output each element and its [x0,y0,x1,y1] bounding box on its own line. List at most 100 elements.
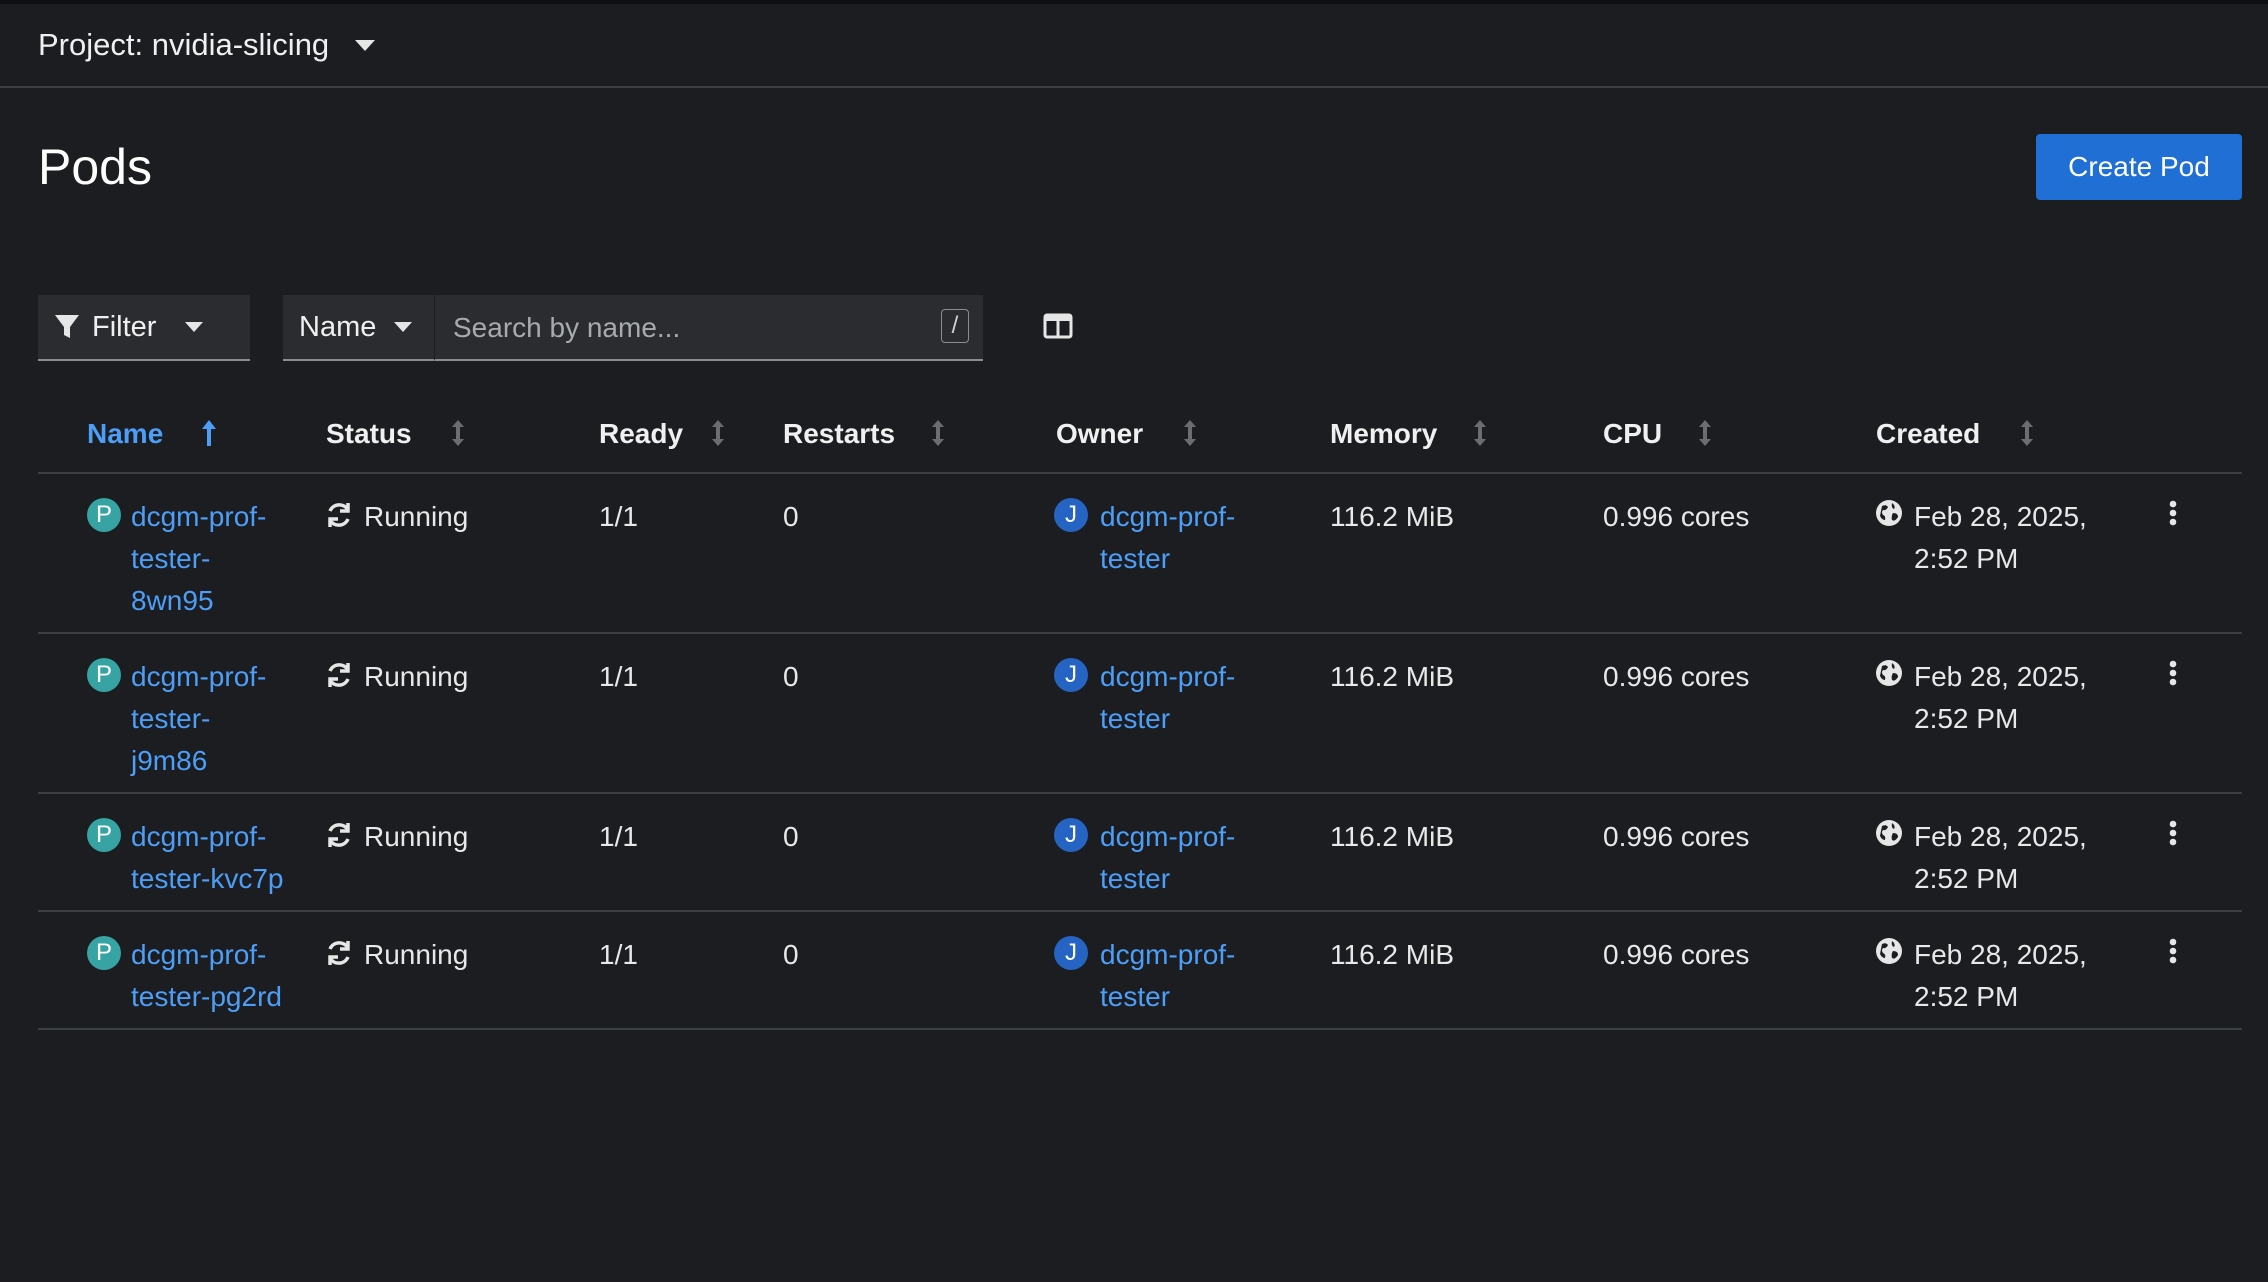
owner-link[interactable]: dcgm-prof-tester [1100,934,1235,1018]
job-resource-badge: J [1054,936,1088,970]
text-line[interactable]: 8wn95 [131,580,266,622]
sync-icon [324,660,354,695]
column-header-memory[interactable]: Memory [1330,418,1437,450]
text-line[interactable]: dcgm-prof- [1100,656,1235,698]
caret-down-icon[interactable] [355,39,376,51]
text-line: Feb 28, 2025, [1914,821,2087,852]
sort-icon[interactable] [1181,418,1199,453]
text-line: Feb 28, 2025, [1914,501,2087,532]
columns-icon [1043,313,1073,338]
caret-down-icon [185,322,204,332]
column-header-status[interactable]: Status [326,418,412,450]
table-header: Name Status Ready Restarts Owner Memory CPU Cre… [38,400,2242,474]
owner-link[interactable]: dcgm-prof-tester [1100,656,1235,740]
text-line[interactable]: tester [1100,698,1235,740]
job-resource-badge: J [1054,498,1088,532]
column-header-cpu[interactable]: CPU [1603,418,1662,450]
filter-icon [55,315,79,338]
kebab-menu-icon[interactable] [2166,816,2180,855]
ready-count: 1/1 [599,661,638,692]
globe-icon [1874,936,1904,971]
table-row: Pdcgm-prof-tester-kvc7p Running 1/1 0 116.2 … [38,794,2242,912]
sort-icon[interactable] [1696,418,1714,453]
text-line[interactable]: tester [1100,858,1235,900]
sync-icon [324,500,354,535]
text-line[interactable]: tester- [131,538,266,580]
text-line: 2:52 PM [1914,981,2019,1012]
pod-resource-badge: P [87,936,121,970]
toolbar: Filter Name / [38,295,1073,361]
manage-columns-button[interactable] [1043,313,1073,344]
pods-table: Name Status Ready Restarts Owner Memory CPU Cre… [38,400,2242,1030]
column-header-owner[interactable]: Owner [1056,418,1143,450]
restarts-count: 0 [783,501,799,532]
cpu-value: 0.996 cores [1603,501,1750,532]
sort-icon[interactable] [929,418,947,453]
memory-value: 116.2 MiB [1330,821,1454,852]
restarts-count: 0 [783,821,799,852]
pod-resource-badge: P [87,498,121,532]
project-selector[interactable]: Project: nvidia-slicing [0,4,2268,88]
kebab-menu-icon[interactable] [2166,496,2180,535]
pod-resource-badge: P [87,818,121,852]
owner-link[interactable]: dcgm-prof-tester [1100,816,1235,900]
status-text: Running [364,939,469,970]
memory-value: 116.2 MiB [1330,939,1454,970]
text-line[interactable]: tester [1100,976,1235,1018]
page-header: Pods Create Pod [0,88,2268,216]
text-line[interactable]: tester- [131,698,266,740]
search-input[interactable] [451,295,925,361]
table-row: Pdcgm-prof-tester- 8wn95 Running 1/1 0 116.2 … [38,474,2242,634]
table-row: Pdcgm-prof-tester-j9m86 Running 1/1 0 116.2 … [38,634,2242,794]
pod-name-link[interactable]: dcgm-prof-tester-j9m86 [131,656,266,782]
kebab-menu-icon[interactable] [2166,656,2180,695]
create-pod-button[interactable]: Create Pod [2036,134,2242,200]
globe-icon [1874,658,1904,693]
sort-icon[interactable] [709,418,727,453]
ready-count: 1/1 [599,939,638,970]
globe-icon [1874,498,1904,533]
caret-down-icon [394,322,413,332]
project-label: Project: nvidia-slicing [38,27,330,62]
text-line: Feb 28, 2025, [1914,661,2087,692]
text-line[interactable]: dcgm-prof- [131,656,266,698]
search-field[interactable]: / [434,295,983,361]
globe-icon [1874,818,1904,853]
text-line[interactable]: dcgm-prof- [131,816,284,858]
text-line[interactable]: tester-pg2rd [131,976,282,1018]
sort-icon[interactable] [449,418,467,453]
restarts-count: 0 [783,661,799,692]
text-line: 2:52 PM [1914,703,2019,734]
memory-value: 116.2 MiB [1330,661,1454,692]
text-line[interactable]: dcgm-prof- [1100,496,1235,538]
text-line[interactable]: j9m86 [131,740,266,782]
column-header-restarts[interactable]: Restarts [783,418,895,450]
text-line[interactable]: dcgm-prof- [1100,816,1235,858]
pod-name-link[interactable]: dcgm-prof-tester-pg2rd [131,934,282,1018]
attribute-select[interactable]: Name [283,295,434,361]
pod-name-link[interactable]: dcgm-prof-tester-kvc7p [131,816,284,900]
page-title: Pods [38,139,152,195]
text-line[interactable]: dcgm-prof- [1100,934,1235,976]
sync-icon [324,938,354,973]
column-header-created[interactable]: Created [1876,418,1980,450]
job-resource-badge: J [1054,818,1088,852]
sort-icon[interactable] [2018,418,2036,453]
sort-icon[interactable] [1471,418,1489,453]
text-line[interactable]: dcgm-prof- [131,934,282,976]
owner-link[interactable]: dcgm-prof-tester [1100,496,1235,580]
text-line[interactable]: dcgm-prof- [131,496,266,538]
kebab-menu-icon[interactable] [2166,934,2180,973]
text-line: Feb 28, 2025, [1914,939,2087,970]
sort-ascending-icon[interactable] [200,418,218,453]
column-header-name[interactable]: Name [87,418,163,450]
text-line[interactable]: tester-kvc7p [131,858,284,900]
status-text: Running [364,501,469,532]
ready-count: 1/1 [599,501,638,532]
pod-name-link[interactable]: dcgm-prof-tester- 8wn95 [131,496,266,622]
filter-dropdown[interactable]: Filter [38,295,250,361]
column-header-ready[interactable]: Ready [599,418,683,450]
restarts-count: 0 [783,939,799,970]
created-timestamp: Feb 28, 2025, 2:52 PM [1914,934,2087,1018]
text-line[interactable]: tester [1100,538,1235,580]
